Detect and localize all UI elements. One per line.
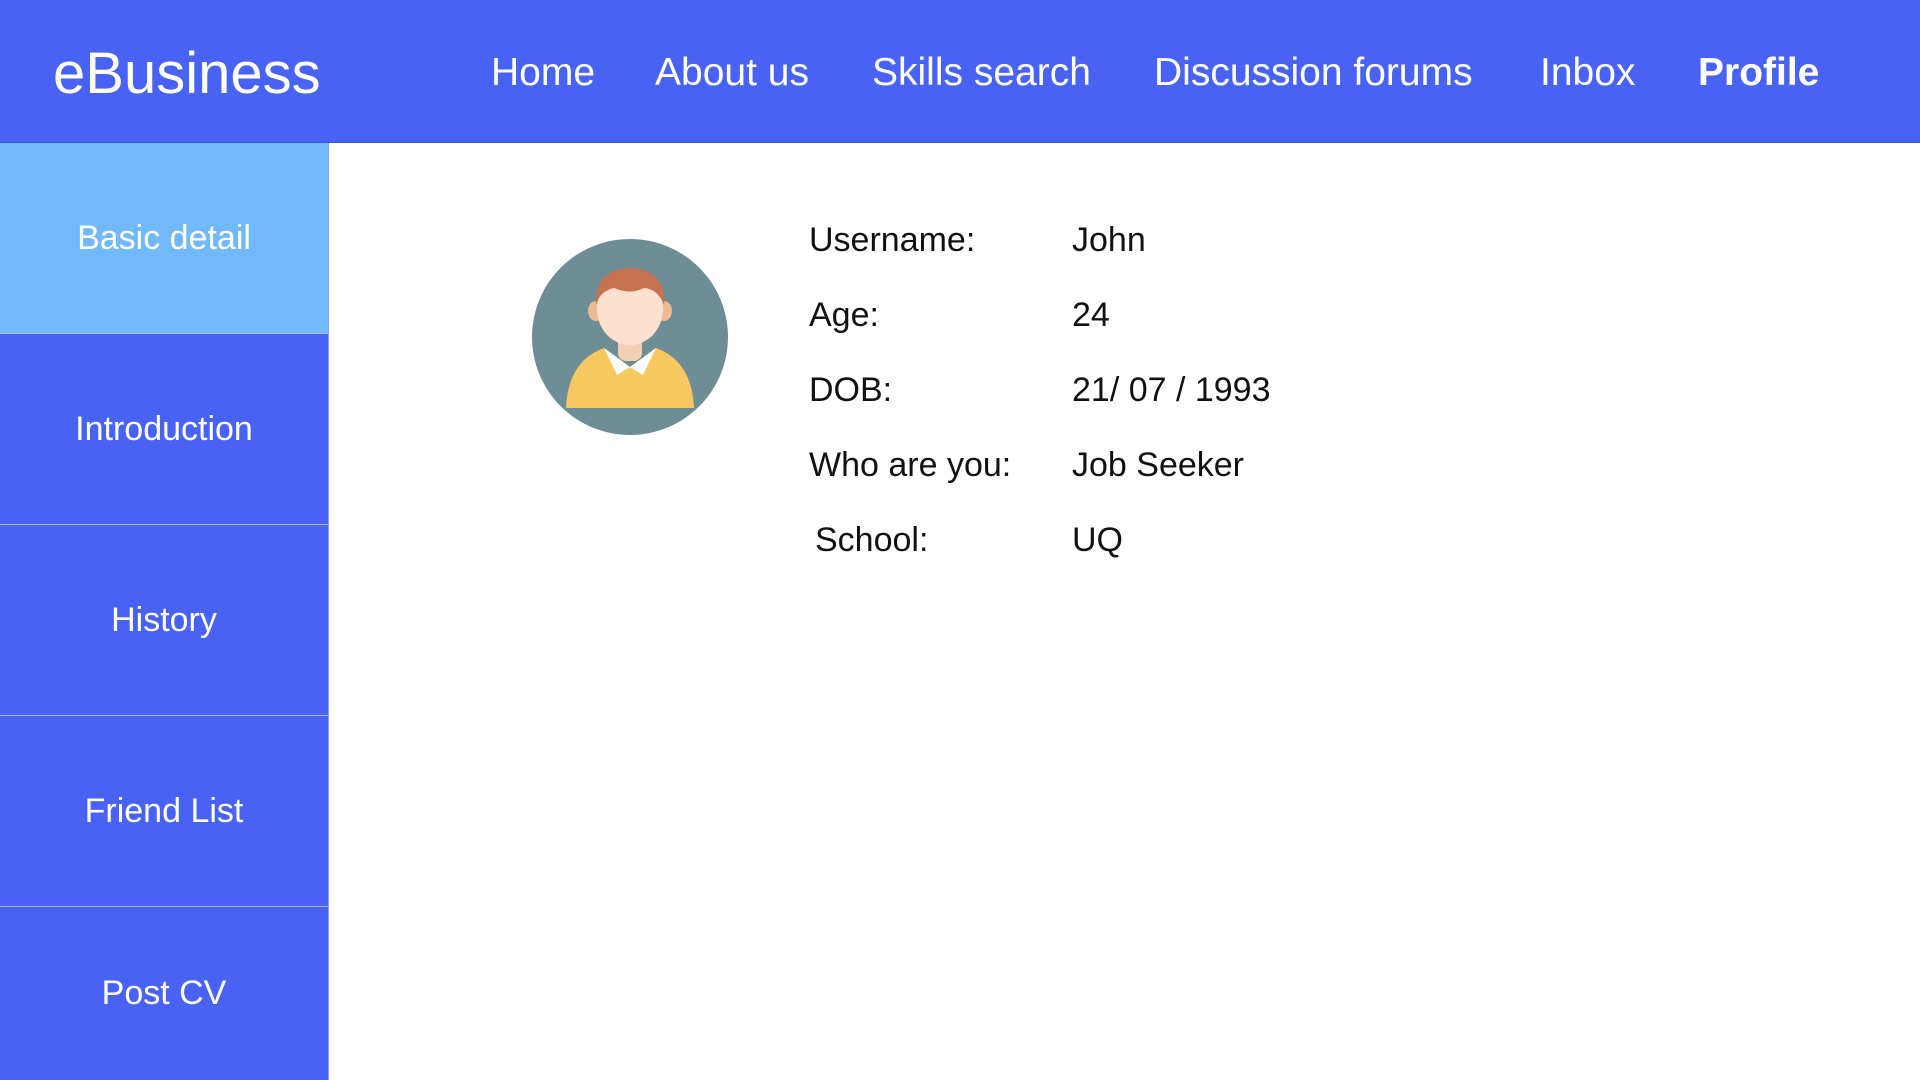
brand-logo[interactable]: eBusiness [53, 36, 321, 112]
sidebar-item-basic-detail[interactable]: Basic detail [0, 143, 328, 334]
nav-home[interactable]: Home [491, 46, 595, 100]
role-value: Job Seeker [1072, 446, 1244, 484]
age-value: 24 [1072, 296, 1110, 334]
top-navigation-bar: eBusiness Home About us Skills search Di… [0, 0, 1920, 143]
sidebar-item-post-cv[interactable]: Post CV [0, 907, 328, 1080]
username-label: Username: [809, 221, 976, 259]
school-value: UQ [1072, 521, 1123, 559]
username-value: John [1072, 221, 1146, 259]
nav-profile[interactable]: Profile [1698, 46, 1819, 100]
school-label: School: [815, 521, 929, 559]
nav-discussion-forums[interactable]: Discussion forums [1154, 46, 1473, 100]
age-label: Age: [809, 296, 879, 334]
sidebar-item-history[interactable]: History [0, 525, 328, 716]
sidebar-item-introduction[interactable]: Introduction [0, 334, 328, 525]
nav-inbox[interactable]: Inbox [1540, 46, 1635, 100]
dob-label: DOB: [809, 371, 893, 409]
sidebar-item-friend-list[interactable]: Friend List [0, 716, 328, 907]
role-label: Who are you: [809, 446, 1012, 484]
nav-about-us[interactable]: About us [655, 46, 809, 100]
user-avatar-icon [532, 239, 728, 435]
profile-sidebar: Basic detail Introduction History Friend… [0, 143, 329, 1080]
nav-skills-search[interactable]: Skills search [872, 46, 1091, 100]
dob-value: 21/ 07 / 1993 [1072, 371, 1271, 409]
